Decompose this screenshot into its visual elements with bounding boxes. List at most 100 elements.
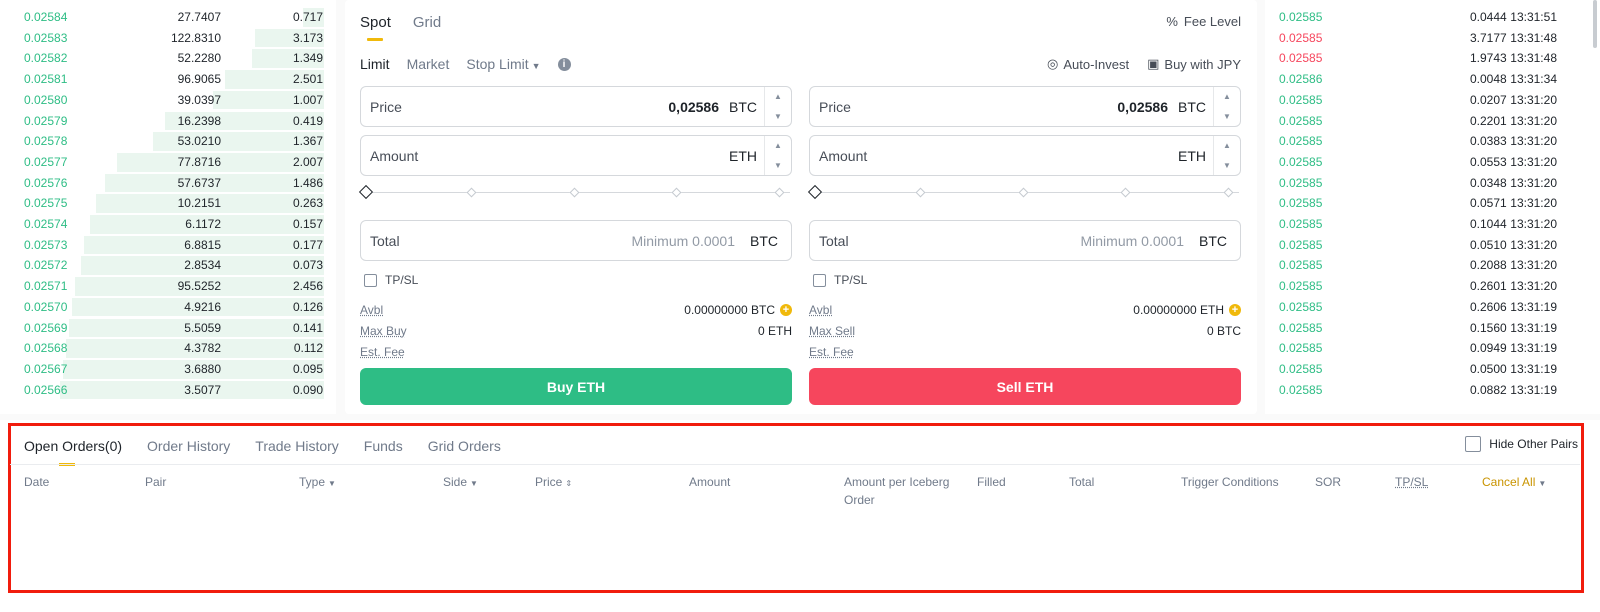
col-price[interactable]: Price ⇕ bbox=[535, 473, 572, 493]
increment-icon[interactable]: ▲ bbox=[774, 141, 782, 150]
tab-trade-history[interactable]: Trade History bbox=[255, 438, 339, 454]
cancel-all-button[interactable]: Cancel All ▼ bbox=[1482, 473, 1546, 493]
trade-row: 0.02585 3.7177 13:31:48 bbox=[1265, 28, 1600, 49]
est-fee-label[interactable]: Est. Fee bbox=[809, 345, 854, 359]
order-type-tabs: Limit Market Stop Limit ▼ i bbox=[360, 56, 571, 72]
slider-mark-100[interactable] bbox=[1223, 187, 1234, 198]
orderbook-price: 0.02575 bbox=[24, 196, 68, 211]
buy-amount-field[interactable]: Amount ETH ▲ ▼ bbox=[360, 135, 792, 176]
orderbook-total: 0.717 bbox=[292, 10, 323, 24]
sell-tpsl-toggle[interactable]: TP/SL bbox=[809, 273, 1241, 287]
orderbook-row[interactable]: 0.02580 39.0397 1.007 bbox=[0, 90, 336, 111]
slider-mark-75[interactable] bbox=[671, 187, 682, 198]
price-value[interactable]: 0,02586 bbox=[668, 99, 719, 115]
buy-amount-slider[interactable] bbox=[358, 184, 792, 200]
tab-spot[interactable]: Spot bbox=[360, 14, 391, 41]
slider-mark-25[interactable] bbox=[466, 187, 477, 198]
orderbook-row[interactable]: 0.02583 122.8310 3.173 bbox=[0, 28, 336, 49]
buy-eth-button[interactable]: Buy ETH bbox=[360, 368, 792, 405]
buy-tpsl-toggle[interactable]: TP/SL bbox=[360, 273, 792, 287]
orderbook-row[interactable]: 0.02567 3.6880 0.095 bbox=[0, 359, 336, 380]
increment-icon[interactable]: ▲ bbox=[1223, 92, 1231, 101]
tab-funds[interactable]: Funds bbox=[364, 438, 403, 454]
orderbook-price: 0.02580 bbox=[24, 92, 68, 107]
price-value[interactable]: 0,02586 bbox=[1117, 99, 1168, 115]
sell-eth-button[interactable]: Sell ETH bbox=[809, 368, 1241, 405]
orderbook-row[interactable]: 0.02575 10.2151 0.263 bbox=[0, 193, 336, 214]
orderbook-row[interactable]: 0.02572 2.8534 0.073 bbox=[0, 255, 336, 276]
tab-stop-limit[interactable]: Stop Limit ▼ bbox=[466, 56, 540, 72]
buy-price-field[interactable]: Price 0,02586 BTC ▲ ▼ bbox=[360, 86, 792, 127]
buy-total-field[interactable]: Total Minimum 0.0001 BTC bbox=[360, 220, 792, 261]
tab-grid[interactable]: Grid bbox=[413, 14, 441, 31]
deposit-plus-icon[interactable]: + bbox=[1229, 303, 1241, 316]
slider-mark-100[interactable] bbox=[774, 187, 785, 198]
decrement-icon[interactable]: ▼ bbox=[1223, 112, 1231, 121]
trade-row: 0.02585 0.0444 13:31:51 bbox=[1265, 7, 1600, 28]
trade-price: 0.02585 bbox=[1279, 134, 1323, 149]
trade-price: 0.02586 bbox=[1279, 72, 1323, 87]
trade-row: 0.02585 0.0571 13:31:20 bbox=[1265, 193, 1600, 214]
orderbook-row[interactable]: 0.02571 95.5252 2.456 bbox=[0, 276, 336, 297]
hide-other-pairs-checkbox[interactable] bbox=[1465, 436, 1482, 452]
tpsl-checkbox[interactable] bbox=[813, 273, 826, 287]
orderbook-row[interactable]: 0.02581 96.9065 2.501 bbox=[0, 69, 336, 90]
increment-icon[interactable]: ▲ bbox=[774, 92, 782, 101]
slider-handle[interactable] bbox=[807, 184, 823, 200]
orderbook-row[interactable]: 0.02578 53.0210 1.367 bbox=[0, 131, 336, 152]
price-stepper[interactable]: ▲ ▼ bbox=[1213, 87, 1240, 126]
cancel-all-label: Cancel All bbox=[1482, 475, 1536, 489]
slider-mark-75[interactable] bbox=[1120, 187, 1131, 198]
orderbook-row[interactable]: 0.02574 6.1172 0.157 bbox=[0, 214, 336, 235]
orderbook-row[interactable]: 0.02573 6.8815 0.177 bbox=[0, 235, 336, 256]
tab-order-history[interactable]: Order History bbox=[147, 438, 230, 454]
orderbook-row[interactable]: 0.02577 77.8716 2.007 bbox=[0, 152, 336, 173]
amount-stepper[interactable]: ▲ ▼ bbox=[1213, 136, 1240, 175]
hide-other-pairs-toggle[interactable]: Hide Other Pairs bbox=[1465, 436, 1578, 452]
trade-time: 13:31:19 bbox=[1510, 361, 1557, 376]
sell-amount-slider[interactable] bbox=[807, 184, 1241, 200]
stop-limit-label: Stop Limit bbox=[466, 56, 529, 72]
orderbook-row[interactable]: 0.02570 4.9216 0.126 bbox=[0, 297, 336, 318]
deposit-plus-icon[interactable]: + bbox=[780, 303, 792, 316]
fee-level-link[interactable]: % Fee Level bbox=[1166, 14, 1241, 29]
slider-mark-50[interactable] bbox=[569, 187, 580, 198]
decrement-icon[interactable]: ▼ bbox=[774, 112, 782, 121]
est-fee-label[interactable]: Est. Fee bbox=[360, 345, 405, 359]
tab-market[interactable]: Market bbox=[407, 56, 450, 72]
max-buy-value: 0 ETH bbox=[757, 323, 792, 338]
trade-amount: 0.0882 bbox=[1470, 382, 1507, 397]
orderbook-row[interactable]: 0.02576 57.6737 1.486 bbox=[0, 173, 336, 194]
price-stepper[interactable]: ▲ ▼ bbox=[764, 87, 791, 126]
tpsl-checkbox[interactable] bbox=[364, 273, 377, 287]
orderbook-price: 0.02581 bbox=[24, 72, 68, 87]
amount-stepper[interactable]: ▲ ▼ bbox=[764, 136, 791, 175]
orderbook-row[interactable]: 0.02579 16.2398 0.419 bbox=[0, 111, 336, 132]
decrement-icon[interactable]: ▼ bbox=[774, 161, 782, 170]
col-side[interactable]: Side ▼ bbox=[443, 473, 478, 493]
slider-handle[interactable] bbox=[358, 184, 374, 200]
info-icon[interactable]: i bbox=[557, 57, 571, 71]
increment-icon[interactable]: ▲ bbox=[1223, 141, 1231, 150]
orderbook-row[interactable]: 0.02582 52.2280 1.349 bbox=[0, 48, 336, 69]
buy-with-jpy-link[interactable]: ▣ Buy with JPY bbox=[1147, 56, 1241, 72]
slider-mark-50[interactable] bbox=[1018, 187, 1029, 198]
orderbook-row[interactable]: 0.02568 4.3782 0.112 bbox=[0, 338, 336, 359]
trade-row: 0.02585 0.1560 13:31:19 bbox=[1265, 318, 1600, 339]
slider-mark-25[interactable] bbox=[915, 187, 926, 198]
tab-limit[interactable]: Limit bbox=[360, 56, 390, 72]
sell-price-field[interactable]: Price 0,02586 BTC ▲ ▼ bbox=[809, 86, 1241, 127]
sell-total-field[interactable]: Total Minimum 0.0001 BTC bbox=[809, 220, 1241, 261]
sell-amount-field[interactable]: Amount ETH ▲ ▼ bbox=[809, 135, 1241, 176]
orderbook-row[interactable]: 0.02584 27.7407 0.717 bbox=[0, 7, 336, 28]
trade-amount: 3.7177 bbox=[1470, 30, 1507, 45]
auto-invest-link[interactable]: ◎ Auto-Invest bbox=[1047, 56, 1129, 72]
decrement-icon[interactable]: ▼ bbox=[1223, 161, 1231, 170]
tab-open-orders[interactable]: Open Orders(0) bbox=[24, 438, 122, 466]
tab-grid-orders[interactable]: Grid Orders bbox=[428, 438, 501, 454]
buy-with-jpy-label: Buy with JPY bbox=[1164, 56, 1241, 72]
orderbook-row[interactable]: 0.02566 3.5077 0.090 bbox=[0, 380, 336, 401]
orderbook-amount: 16.2398 bbox=[177, 113, 221, 128]
col-type[interactable]: Type ▼ bbox=[299, 473, 336, 493]
orderbook-row[interactable]: 0.02569 5.5059 0.141 bbox=[0, 318, 336, 339]
